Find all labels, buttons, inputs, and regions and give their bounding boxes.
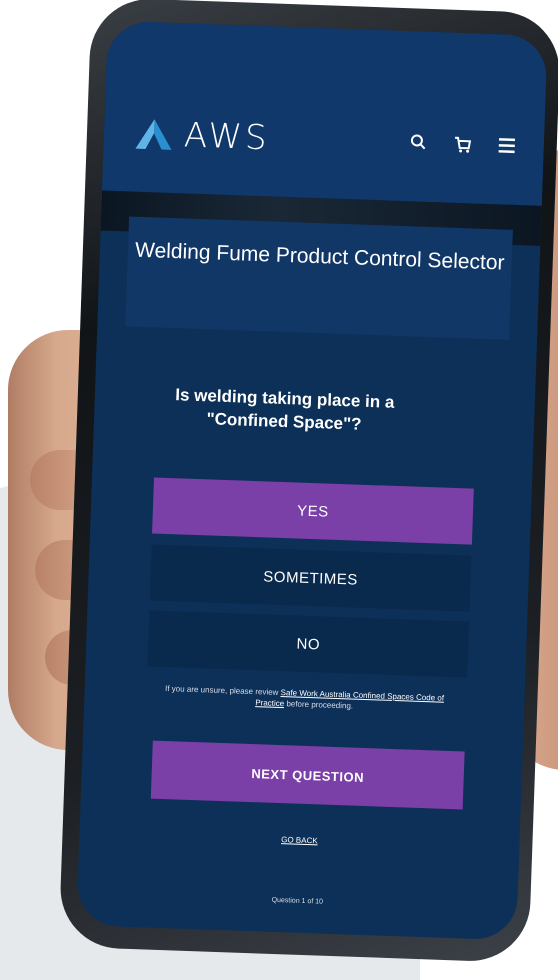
note-suffix: before proceeding. [284, 699, 354, 711]
phone-screen: AWS Welding Fume Product Control Selecto… [76, 20, 548, 941]
cart-icon[interactable] [451, 133, 474, 156]
question-text: Is welding taking place in a "Confined S… [174, 385, 395, 434]
brand-name: AWS [183, 115, 271, 159]
go-back-link[interactable]: GO BACK [79, 828, 519, 852]
option-sometimes[interactable]: SOMETIMES [149, 544, 472, 612]
note-prefix: If you are unsure, please review [164, 684, 281, 698]
menu-icon[interactable] [495, 134, 518, 157]
site-header: AWS [101, 20, 548, 206]
brand-logo[interactable]: AWS [133, 114, 271, 159]
search-icon[interactable] [407, 131, 430, 154]
question-counter: Question 1 of 10 [271, 896, 324, 906]
option-yes[interactable]: YES [152, 477, 474, 545]
logo-mark-icon [135, 119, 172, 150]
next-question-button[interactable]: NEXT QUESTION [150, 740, 465, 810]
title-card: Welding Fume Product Control Selector [125, 216, 513, 340]
help-note: If you are unsure, please review Safe Wo… [154, 683, 455, 715]
option-no[interactable]: NO [147, 610, 470, 678]
page-title: Welding Fume Product Control Selector [134, 238, 505, 275]
header-icons [407, 131, 518, 157]
